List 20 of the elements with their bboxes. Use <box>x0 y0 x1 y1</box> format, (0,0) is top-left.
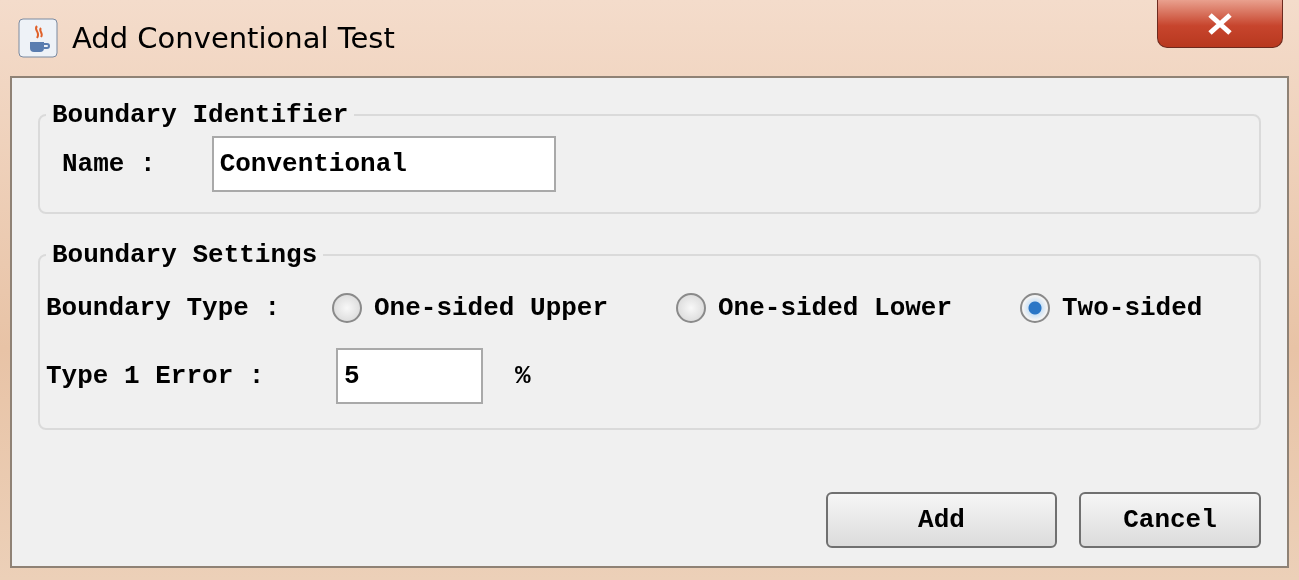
group-title: Boundary Settings <box>51 240 319 270</box>
error-label: Type 1 Error : <box>46 361 266 391</box>
radio-label: Two-sided <box>1062 293 1203 323</box>
close-button[interactable] <box>1157 0 1283 48</box>
radio-button[interactable] <box>676 293 706 323</box>
close-icon <box>1207 12 1233 35</box>
radio-button[interactable] <box>332 293 362 323</box>
name-label: Name : <box>62 149 156 179</box>
error-field[interactable]: 5 <box>336 348 483 404</box>
java-cup-icon <box>18 18 58 58</box>
name-field[interactable]: Conventional <box>211 136 556 192</box>
cancel-button[interactable]: Cancel <box>1079 492 1261 548</box>
radio-button[interactable] <box>1020 293 1050 323</box>
radio-label: One-sided Upper <box>374 293 609 323</box>
window-title: Add Conventional Test <box>72 21 395 55</box>
boundary-type-label: Boundary Type : <box>46 293 282 323</box>
group-title: Boundary Identifier <box>51 100 350 130</box>
percent-unit: % <box>515 361 531 391</box>
add-button[interactable]: Add <box>826 492 1057 548</box>
radio-label: One-sided Lower <box>718 293 953 323</box>
